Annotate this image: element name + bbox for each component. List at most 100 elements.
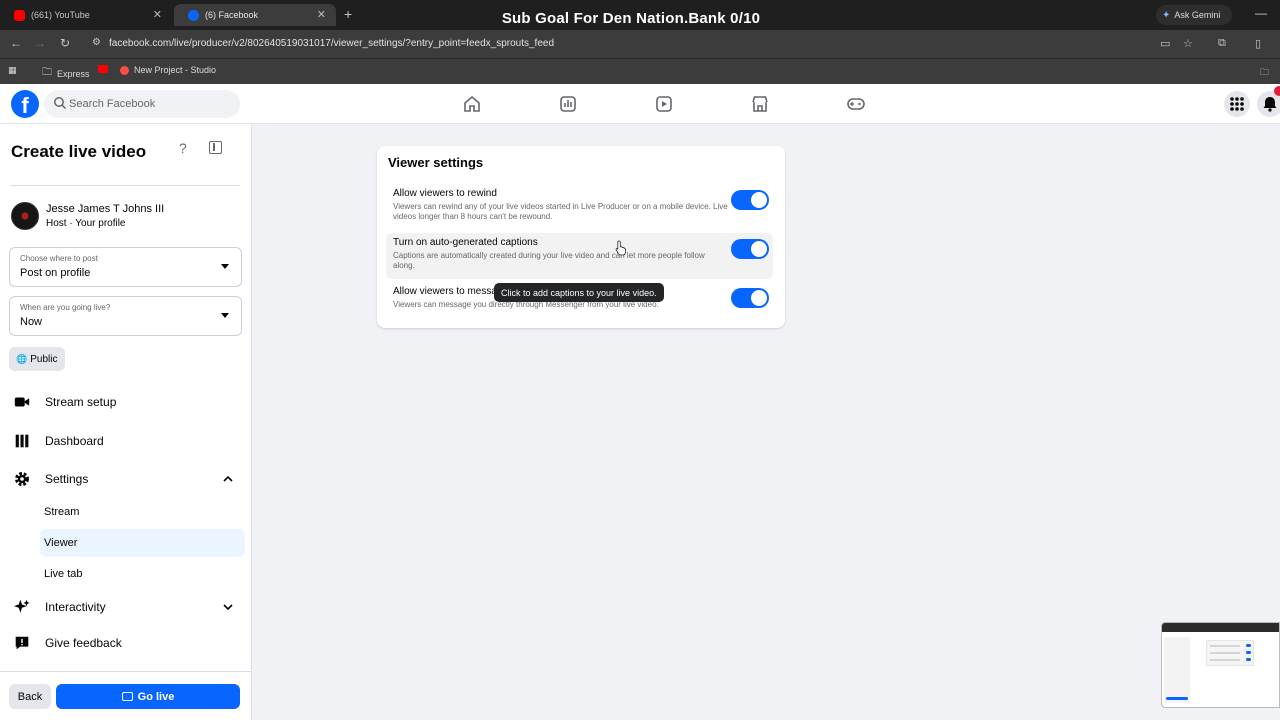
setting-title: Allow viewers to rewind	[393, 188, 497, 199]
sidebar-subitem-live-tab[interactable]: Live tab	[40, 560, 245, 588]
sparkle-icon	[11, 596, 33, 618]
search-icon	[54, 97, 67, 110]
caret-down-icon	[221, 313, 229, 318]
host-name: Jesse James T Johns III	[46, 203, 165, 215]
search-box[interactable]	[44, 90, 240, 118]
chevron-up-icon	[223, 475, 233, 482]
menu-label: Interactivity	[45, 600, 106, 614]
sidebar-item-interactivity[interactable]: Interactivity	[11, 593, 241, 621]
go-live-time-select[interactable]: When are you going live? Now	[9, 296, 242, 336]
marketplace-icon[interactable]	[750, 94, 770, 114]
page-title: Create live video	[11, 142, 147, 161]
privacy-label: Public	[30, 353, 58, 365]
other-bookmarks-icon[interactable]: 🗀	[1260, 65, 1269, 81]
gear-icon	[11, 468, 33, 490]
screen-preview-thumbnail	[1161, 622, 1280, 708]
setting-auto-captions: Turn on auto-generated captions Captions…	[386, 233, 773, 279]
dashboard-icon	[11, 430, 33, 452]
chevron-down-icon	[223, 604, 233, 611]
menu-grid-button[interactable]	[1224, 91, 1250, 117]
dashboard-icon[interactable]	[558, 94, 578, 114]
auto-captions-toggle[interactable]	[731, 239, 769, 259]
home-icon[interactable]	[462, 94, 482, 114]
site-info-icon[interactable]: ⚙	[92, 37, 101, 48]
select-value: Post on profile	[20, 267, 91, 279]
forward-arrow-icon[interactable]: →	[34, 36, 46, 50]
ask-gemini-button[interactable]: ✦ Ask Gemini	[1156, 5, 1232, 25]
extensions-icon[interactable]: ⧉	[1218, 37, 1226, 50]
search-input[interactable]	[69, 90, 234, 118]
apps-grid-icon[interactable]: ▦	[8, 65, 17, 76]
feedback-icon	[11, 632, 33, 654]
captions-tooltip: Click to add captions to your live video…	[494, 283, 664, 302]
thumbnail-chrome	[1162, 623, 1279, 632]
caret-down-icon	[221, 264, 229, 269]
avatar	[11, 202, 39, 230]
minimize-window-button[interactable]: —	[1255, 6, 1267, 20]
bookmark-star-icon[interactable]: ☆	[1183, 37, 1193, 50]
bookmark-youtube[interactable]	[98, 65, 113, 73]
collapse-sidebar-icon[interactable]	[209, 141, 222, 154]
bookmark-new-project-studio[interactable]: New Project - Studio	[120, 65, 216, 75]
url-text[interactable]: facebook.com/live/producer/v2/8026405190…	[109, 38, 554, 49]
bookmark-label: Express	[57, 68, 90, 79]
sidebar-item-settings[interactable]: Settings	[11, 465, 241, 493]
messages-toggle[interactable]	[731, 288, 769, 308]
browser-toolbar: ← → ↻ ⚙ facebook.com/live/producer/v2/80…	[0, 30, 1280, 58]
notification-badge	[1274, 86, 1280, 96]
stream-overlay-title: Sub Goal For Den Nation.Bank 0/10	[501, 10, 761, 27]
menu-label: Give feedback	[45, 636, 122, 650]
divider	[0, 671, 251, 672]
select-value: Now	[20, 316, 43, 328]
card-title: Viewer settings	[388, 155, 484, 170]
go-live-button[interactable]: Go live	[56, 684, 240, 709]
youtube-icon	[98, 65, 108, 73]
thumbnail-toggle	[1246, 651, 1251, 654]
thumbnail-go-live	[1166, 697, 1188, 700]
bookmarks-bar: ▦ 🗀 Express New Project - Studio 🗀	[0, 58, 1280, 84]
menu-label: Settings	[45, 472, 89, 486]
side-panel-icon[interactable]: ▯	[1255, 37, 1261, 50]
divider	[10, 185, 240, 186]
ask-gemini-label: Ask Gemini	[1174, 10, 1221, 20]
menu-label: Stream setup	[45, 395, 117, 409]
browser-tab-bar: (661) YouTube ✕ (6) Facebook ✕ + Sub Goa…	[0, 0, 1280, 30]
install-app-icon[interactable]: ▭	[1160, 37, 1170, 50]
reload-icon[interactable]: ↻	[60, 36, 70, 50]
thumbnail-line	[1210, 652, 1240, 654]
privacy-button[interactable]: 🌐 Public	[9, 347, 65, 371]
select-label: Choose where to post	[20, 254, 98, 263]
thumbnail-toggle	[1246, 658, 1251, 661]
rewind-toggle[interactable]	[731, 190, 769, 210]
sidebar-subitem-stream[interactable]: Stream	[40, 498, 245, 526]
menu-label: Dashboard	[45, 434, 104, 448]
setting-description: Viewers can rewind any of your live vide…	[393, 202, 728, 221]
host-role: Host · Your profile	[46, 218, 126, 229]
thumbnail-line	[1210, 659, 1240, 661]
post-destination-select[interactable]: Choose where to post Post on profile	[9, 247, 242, 287]
back-arrow-icon[interactable]: ←	[10, 36, 22, 50]
left-sidebar: Create live video ? Jesse James T Johns …	[0, 124, 252, 720]
address-bar[interactable]: ⚙ facebook.com/live/producer/v2/80264051…	[84, 33, 1204, 55]
go-live-label: Go live	[137, 690, 175, 703]
sidebar-subitem-viewer[interactable]: Viewer	[40, 529, 245, 557]
video-icon[interactable]	[654, 94, 674, 114]
gaming-icon[interactable]	[846, 94, 866, 114]
camera-icon	[11, 391, 33, 413]
select-label: When are you going live?	[20, 303, 111, 312]
thumbnail-sidebar	[1164, 637, 1190, 703]
menu-grid-icon	[1230, 97, 1244, 111]
studio-icon	[120, 65, 129, 75]
help-icon[interactable]: ?	[179, 140, 187, 156]
sidebar-item-stream-setup[interactable]: Stream setup	[11, 388, 241, 416]
bookmark-express[interactable]: 🗀 Express	[42, 65, 90, 82]
sidebar-item-give-feedback[interactable]: Give feedback	[11, 629, 241, 657]
sidebar-item-dashboard[interactable]: Dashboard	[11, 427, 241, 455]
back-button[interactable]: Back	[9, 684, 51, 709]
facebook-logo-icon[interactable]: f	[11, 90, 39, 118]
setting-title: Turn on auto-generated captions	[393, 237, 538, 248]
setting-allow-rewind: Allow viewers to rewind Viewers can rewi…	[386, 188, 773, 234]
thumbnail-toggle	[1246, 644, 1251, 647]
hand-cursor-icon	[615, 240, 626, 256]
camera-icon	[121, 692, 133, 701]
